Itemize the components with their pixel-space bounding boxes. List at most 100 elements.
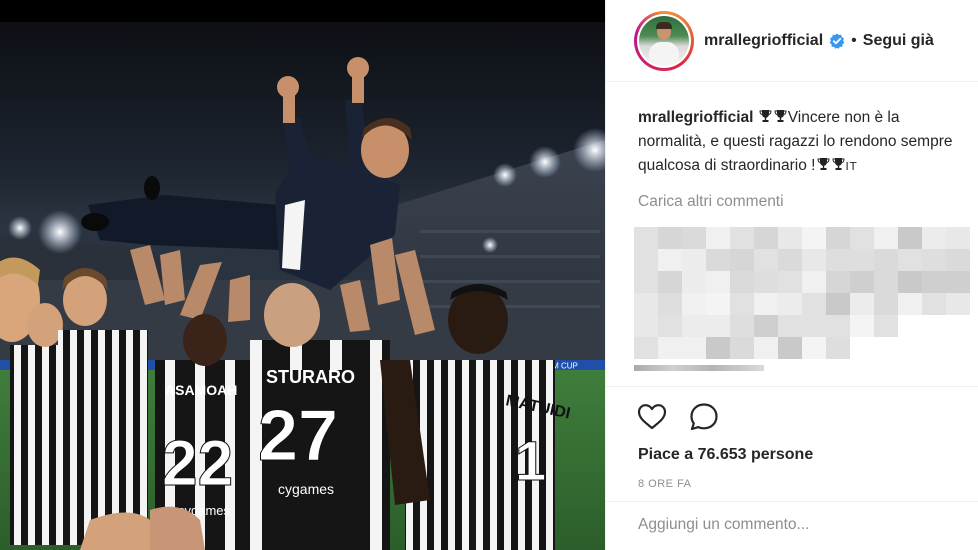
mosaic-cell (658, 249, 682, 271)
mosaic-cell (634, 337, 658, 359)
mosaic-cell (826, 249, 850, 271)
mosaic-cell (634, 293, 658, 315)
mosaic-cell (802, 227, 826, 249)
mosaic-cell (778, 293, 802, 315)
verified-badge-icon (829, 33, 845, 49)
mosaic-cell (682, 337, 706, 359)
comments-section: mrallegriofficial Vincere non è la norma… (606, 82, 978, 371)
trophy-icon (816, 158, 830, 170)
mosaic-cell (802, 337, 826, 359)
mosaic-cell (730, 227, 754, 249)
mosaic-cell (850, 293, 874, 315)
mosaic-cell (754, 227, 778, 249)
mosaic-cell (874, 315, 898, 337)
post-actions: Piace a 76.653 persone 8 ORE FA (606, 386, 978, 550)
mosaic-cell (706, 249, 730, 271)
trophy-icon (831, 158, 845, 170)
mosaic-cell (826, 315, 850, 337)
mosaic-cell (778, 337, 802, 359)
mosaic-cell (922, 249, 946, 271)
mosaic-cell (898, 249, 922, 271)
add-comment-input[interactable] (638, 516, 958, 534)
svg-text:ASAMOAH: ASAMOAH (165, 382, 237, 398)
blurred-comment-edge (634, 365, 764, 371)
mosaic-cell (826, 227, 850, 249)
mosaic-cell (922, 271, 946, 293)
likes-count[interactable]: Piace a 76.653 persone (606, 433, 978, 464)
mosaic-cell (802, 271, 826, 293)
load-more-comments-link[interactable]: Carica altri commenti (638, 193, 950, 211)
mosaic-cell (850, 227, 874, 249)
mosaic-cell (658, 227, 682, 249)
blurred-comments (634, 227, 974, 359)
add-comment-bar (606, 501, 978, 550)
mosaic-cell (754, 271, 778, 293)
mosaic-cell (634, 249, 658, 271)
celebration-photo: TIM CUP ASAMOAH 22 cygames STURARO 27 cy… (0, 0, 605, 550)
mosaic-cell (826, 271, 850, 293)
mosaic-cell (706, 315, 730, 337)
header-separator: • (851, 31, 857, 49)
mosaic-cell (658, 315, 682, 337)
mosaic-cell (874, 293, 898, 315)
mosaic-cell (874, 249, 898, 271)
mosaic-cell (898, 271, 922, 293)
mosaic-cell (850, 249, 874, 271)
post-side-panel: mrallegriofficial • Segui già mrallegrio… (605, 0, 978, 550)
comment-bubble-icon[interactable] (688, 401, 720, 433)
author-username[interactable]: mrallegriofficial (704, 32, 823, 50)
svg-text:27: 27 (258, 396, 338, 476)
mosaic-cell (850, 271, 874, 293)
mosaic-cell (682, 249, 706, 271)
mosaic-cell (922, 293, 946, 315)
mosaic-cell (898, 293, 922, 315)
mosaic-cell (658, 337, 682, 359)
mosaic-cell (802, 249, 826, 271)
mosaic-cell (634, 271, 658, 293)
mosaic-cell (826, 293, 850, 315)
trophy-icon (759, 110, 772, 122)
mosaic-cell (682, 315, 706, 337)
mosaic-cell (754, 315, 778, 337)
mosaic-cell (658, 271, 682, 293)
post-header: mrallegriofficial • Segui già (606, 0, 978, 82)
mosaic-cell (682, 271, 706, 293)
svg-text:1: 1 (515, 429, 546, 492)
mosaic-cell (730, 271, 754, 293)
mosaic-cell (730, 293, 754, 315)
mosaic-cell (778, 271, 802, 293)
post-caption: mrallegriofficial Vincere non è la norma… (638, 106, 958, 179)
mosaic-cell (778, 227, 802, 249)
post-photo[interactable]: TIM CUP ASAMOAH 22 cygames STURARO 27 cy… (0, 0, 605, 550)
mosaic-cell (682, 227, 706, 249)
follow-button[interactable]: Segui già (863, 32, 934, 50)
mosaic-cell (754, 337, 778, 359)
mosaic-cell (706, 293, 730, 315)
mosaic-cell (778, 315, 802, 337)
mosaic-cell (730, 315, 754, 337)
mosaic-cell (898, 227, 922, 249)
italy-flag-text: IT (845, 160, 858, 173)
post-timestamp: 8 ORE FA (638, 478, 692, 490)
mosaic-cell (634, 227, 658, 249)
mosaic-cell (634, 315, 658, 337)
mosaic-cell (946, 227, 970, 249)
mosaic-cell (802, 293, 826, 315)
mosaic-cell (706, 227, 730, 249)
trophy-icon (774, 110, 787, 122)
mosaic-cell (946, 249, 970, 271)
mosaic-cell (754, 293, 778, 315)
heart-icon[interactable] (636, 401, 668, 433)
mosaic-cell (874, 227, 898, 249)
mosaic-cell (682, 293, 706, 315)
action-icons-row (606, 387, 978, 433)
avatar[interactable] (634, 10, 694, 71)
mosaic-cell (946, 293, 970, 315)
mosaic-cell (754, 249, 778, 271)
mosaic-cell (946, 271, 970, 293)
mosaic-cell (874, 271, 898, 293)
caption-username[interactable]: mrallegriofficial (638, 109, 753, 126)
svg-text:22: 22 (162, 427, 233, 499)
mosaic-cell (706, 271, 730, 293)
mosaic-cell (730, 337, 754, 359)
